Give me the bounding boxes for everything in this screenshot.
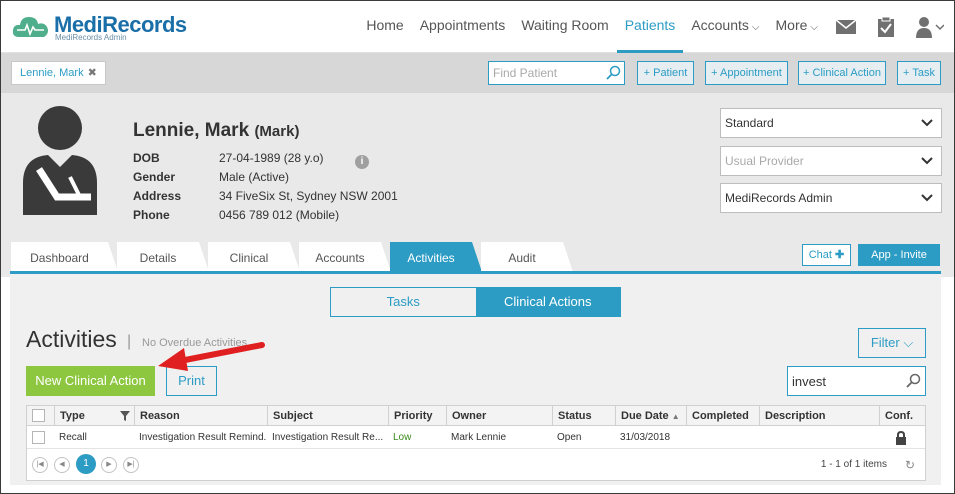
- phone-row: Phone 0456 789 012 (Mobile): [133, 208, 340, 222]
- next-page-icon[interactable]: ▶: [101, 457, 117, 473]
- add-task-button[interactable]: + Task: [897, 61, 941, 85]
- cell-conf: [879, 427, 925, 448]
- nav-patients[interactable]: Patients: [616, 1, 684, 53]
- usual-provider-select[interactable]: Usual Provider: [720, 146, 942, 176]
- cell-owner: Mark Lennie: [451, 432, 507, 443]
- top-navbar: MediRecords MediRecords Admin Home Appoi…: [1, 1, 954, 53]
- tab-dashboard[interactable]: Dashboard: [11, 242, 118, 272]
- logo-subtitle: MediRecords Admin: [55, 33, 127, 42]
- info-icon[interactable]: i: [355, 155, 369, 169]
- patient-avatar-icon: [23, 106, 97, 215]
- filter-button[interactable]: Filter ⌵: [858, 328, 926, 358]
- add-appointment-button[interactable]: + Appointment: [705, 61, 788, 85]
- cell-priority: Low: [393, 432, 412, 443]
- patient-name: Lennie, Mark (Mark): [133, 120, 300, 141]
- column-status[interactable]: Status: [552, 406, 615, 425]
- select-all-cell: [27, 406, 54, 425]
- column-priority[interactable]: Priority: [388, 406, 446, 425]
- find-patient-box: [488, 61, 625, 85]
- sort-ascending-icon: ▲: [671, 412, 680, 421]
- app-invite-button[interactable]: App - Invite: [858, 244, 940, 266]
- pager-info: 1 - 1 of 1 items: [820, 459, 887, 470]
- row-checkbox[interactable]: [32, 431, 45, 444]
- patient-tab-strip: Lennie, Mark✖ + Patient + Appointment + …: [1, 53, 954, 93]
- find-patient-input[interactable]: [489, 62, 604, 84]
- chevron-down-icon: ⌵: [903, 335, 914, 350]
- activity-search-box: [787, 366, 926, 396]
- refresh-icon[interactable]: ↻: [905, 458, 915, 472]
- chevron-down-icon: [921, 109, 933, 147]
- page-number-button[interactable]: 1: [76, 454, 96, 474]
- last-page-icon[interactable]: ▶|: [123, 457, 139, 473]
- column-description[interactable]: Description: [759, 406, 879, 425]
- main-nav: Home Appointments Waiting Room Patients …: [358, 1, 954, 53]
- add-patient-button[interactable]: + Patient: [637, 61, 694, 85]
- add-clinical-action-button[interactable]: + Clinical Action: [798, 61, 886, 85]
- first-page-icon[interactable]: |◀: [32, 457, 48, 473]
- nav-more[interactable]: More ⌵: [768, 1, 827, 53]
- column-subject[interactable]: Subject: [267, 406, 388, 425]
- cell-reason: Investigation Result Remind...: [139, 432, 267, 443]
- tab-audit[interactable]: Audit: [481, 242, 573, 272]
- title-separator: |: [127, 333, 132, 350]
- column-type[interactable]: Type: [54, 406, 134, 425]
- clipboard-check-icon[interactable]: [866, 1, 906, 53]
- open-patient-tab[interactable]: Lennie, Mark ✖: [11, 61, 106, 85]
- close-icon[interactable]: ✖: [88, 67, 97, 79]
- column-completed[interactable]: Completed: [686, 406, 759, 425]
- segment-tasks[interactable]: Tasks: [331, 288, 476, 316]
- clinical-actions-table: Type Reason Subject Priority Owner Statu…: [26, 405, 926, 481]
- cell-type: Recall: [59, 432, 87, 443]
- nav-accounts[interactable]: Accounts ⌵: [683, 1, 767, 53]
- search-icon[interactable]: [906, 373, 921, 388]
- annotation-arrow-icon: [158, 342, 265, 371]
- tab-activities[interactable]: Activities: [390, 242, 482, 272]
- cloud-logo-icon: [12, 17, 48, 37]
- user-menu-icon[interactable]: [906, 1, 954, 53]
- table-header: Type Reason Subject Priority Owner Statu…: [27, 406, 925, 426]
- billing-select[interactable]: Standard: [720, 108, 942, 138]
- chevron-down-icon: [921, 147, 933, 185]
- chevron-down-icon: [921, 184, 933, 222]
- page-title: Activities: [26, 326, 117, 352]
- mail-icon[interactable]: [826, 1, 866, 53]
- row-checkbox-cell: [27, 427, 54, 448]
- column-reason[interactable]: Reason: [134, 406, 267, 425]
- activities-segment-control: Tasks Clinical Actions: [330, 287, 621, 317]
- nav-home[interactable]: Home: [358, 1, 411, 53]
- new-clinical-action-button[interactable]: New Clinical Action: [26, 366, 155, 396]
- cell-due-date: 31/03/2018: [620, 432, 671, 443]
- cell-completed: [686, 427, 759, 448]
- table-row[interactable]: Recall Investigation Result Remind... In…: [27, 427, 925, 449]
- tab-clinical[interactable]: Clinical: [208, 242, 300, 272]
- nav-appointments[interactable]: Appointments: [412, 1, 514, 53]
- gender-row: Gender Male (Active): [133, 170, 290, 184]
- plus-icon: ✚: [835, 249, 845, 261]
- column-due-date[interactable]: Due Date ▲: [615, 406, 686, 425]
- search-icon[interactable]: [606, 65, 621, 80]
- app-logo[interactable]: MediRecords MediRecords Admin: [11, 11, 187, 43]
- tab-details[interactable]: Details: [117, 242, 209, 272]
- select-all-checkbox[interactable]: [32, 409, 45, 422]
- filter-funnel-icon[interactable]: [120, 411, 130, 421]
- address-row: Address 34 FiveSix St, Sydney NSW 2001: [133, 189, 398, 203]
- practice-select[interactable]: MediRecords Admin: [720, 183, 942, 213]
- tab-accounts[interactable]: Accounts: [299, 242, 391, 272]
- cell-subject: Investigation Result Re...: [272, 432, 384, 443]
- chevron-down-icon: ⌵: [810, 22, 818, 33]
- table-pager: |◀ ◀ 1 ▶ ▶| 1 - 1 of 1 items ↻: [27, 450, 925, 480]
- column-conf[interactable]: Conf.: [879, 406, 925, 425]
- nav-waiting-room[interactable]: Waiting Room: [513, 1, 616, 53]
- chevron-down-icon: ⌵: [751, 22, 760, 33]
- column-owner[interactable]: Owner: [446, 406, 552, 425]
- segment-clinical-actions[interactable]: Clinical Actions: [475, 288, 620, 316]
- cell-description: [759, 427, 879, 448]
- prev-page-icon[interactable]: ◀: [54, 457, 70, 473]
- chat-button[interactable]: Chat ✚: [802, 244, 851, 266]
- cell-status: Open: [557, 432, 582, 443]
- patient-header: Lennie, Mark (Mark) DOB 27-04-1989 (28 y.…: [1, 93, 954, 241]
- lock-icon: [896, 430, 906, 445]
- activity-search-input[interactable]: [788, 367, 903, 395]
